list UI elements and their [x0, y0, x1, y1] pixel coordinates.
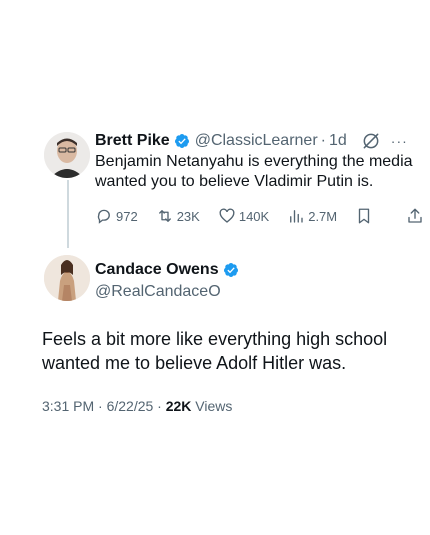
repost-count: 23K [176, 208, 200, 224]
avatar-candace-owens[interactable] [44, 255, 90, 301]
main-tweet-views-label: Views [191, 398, 233, 414]
reply-count: 972 [116, 208, 138, 224]
views-chart-icon [290, 210, 303, 223]
verified-badge-icon [174, 134, 189, 148]
main-tweet-timestamp[interactable]: 3:31 PM · 6/22/25 · [42, 398, 166, 414]
reply-tweet[interactable]: Brett Pike @ClassicLearner · 1d ··· Benj… [95, 131, 422, 225]
main-tweet-meta: 3:31 PM · 6/22/25 · 22K Views [42, 398, 232, 414]
like-count: 140K [238, 208, 270, 224]
reply-header: Brett Pike @ClassicLearner · 1d ··· [95, 131, 415, 151]
main-author-handle[interactable]: @RealCandaceO [95, 282, 239, 302]
dot-separator: · [320, 132, 326, 149]
heart-icon [219, 208, 235, 223]
main-tweet-views-count: 22K [165, 398, 192, 414]
grok-icon[interactable] [361, 131, 381, 151]
share-icon [408, 208, 422, 223]
avatar-brett-pike[interactable] [44, 132, 90, 178]
reply-button[interactable]: 972 [95, 207, 138, 225]
thread-connector-line [67, 180, 69, 248]
reply-author-handle[interactable]: @ClassicLearner [195, 131, 318, 151]
reply-text: Benjamin Netanyahu is everything the med… [95, 153, 413, 190]
repost-icon [158, 210, 171, 222]
views-button[interactable]: 2.7M [287, 207, 337, 225]
share-button[interactable] [406, 207, 427, 225]
verified-badge-icon [223, 263, 238, 277]
repost-button[interactable]: 23K [156, 207, 200, 225]
bookmark-icon [358, 208, 370, 224]
reply-time[interactable]: 1d [329, 131, 347, 151]
more-options-icon[interactable]: ··· [391, 131, 408, 151]
reply-icon [97, 209, 110, 224]
main-author-name[interactable]: Candace Owens [95, 260, 219, 280]
main-tweet-text: Feels a bit more like everything high sc… [42, 329, 388, 373]
like-button[interactable]: 140K [218, 207, 269, 225]
view-count: 2.7M [308, 208, 338, 224]
bookmark-button[interactable] [355, 207, 376, 225]
main-tweet-header: Candace Owens @RealCandaceO [95, 260, 239, 302]
reply-action-bar: 972 23K 140K 2.7M [95, 207, 422, 225]
reply-author-name[interactable]: Brett Pike [95, 131, 170, 151]
